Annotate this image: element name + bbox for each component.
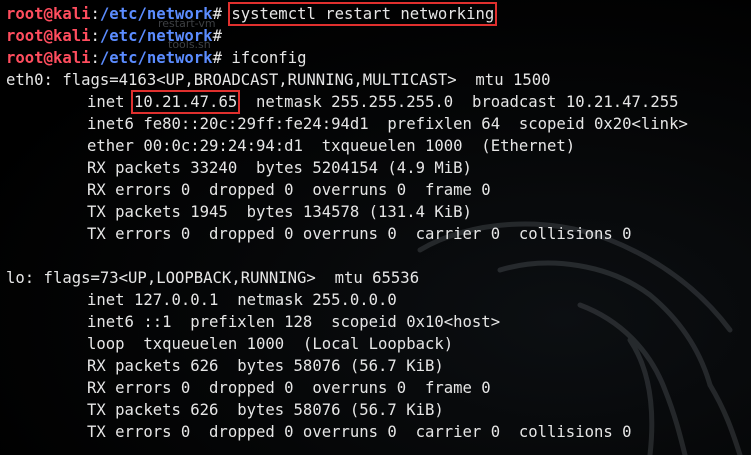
command-restart-networking: systemctl restart networking [228,2,498,26]
prompt-at: @ [43,5,53,23]
prompt-user: root [6,5,44,23]
prompt-path: /etc/network [99,27,213,45]
lo-loop-line: loop txqueuelen 1000 (Local Loopback) [6,333,751,355]
lo-rx-packets-line: RX packets 626 bytes 58076 (56.7 KiB) [6,355,751,377]
prompt-line: root@kali:/etc/network# [6,25,751,47]
eth0-ether: ether 00:0c:29:24:94:d1 txqueuelen 1000 … [87,137,576,155]
lo-rx-packets: RX packets 626 bytes 58076 (56.7 KiB) [87,357,444,375]
prompt-colon: : [90,27,100,45]
eth0-inet6: inet6 fe80::20c:29ff:fe24:94d1 prefixlen… [87,115,688,133]
lo-inet-line: inet 127.0.0.1 netmask 255.0.0.0 [6,289,751,311]
prompt-at: @ [43,49,53,67]
eth0-tx-errors: TX errors 0 dropped 0 overruns 0 carrier… [87,225,632,243]
prompt-host: kali [52,5,91,23]
terminal-window[interactable]: restart-vm tools.sh root@kali:/etc/netwo… [0,0,751,455]
eth0-tx-packets: TX packets 1945 bytes 134578 (131.4 KiB) [87,203,472,221]
lo-header: lo: flags=73<UP,LOOPBACK,RUNNING> mtu 65… [6,269,420,287]
eth0-header: eth0: flags=4163<UP,BROADCAST,RUNNING,MU… [6,71,551,89]
eth0-ether-line: ether 00:0c:29:24:94:d1 txqueuelen 1000 … [6,135,751,157]
lo-tx-errors-line: TX errors 0 dropped 0 overruns 0 carrier… [6,421,751,443]
lo-tx-packets-line: TX packets 626 bytes 58076 (56.7 KiB) [6,399,751,421]
prompt-user: root [6,27,44,45]
lo-tx-errors: TX errors 0 dropped 0 overruns 0 carrier… [87,423,632,441]
prompt-hash: # [212,27,232,45]
terminal-output: root@kali:/etc/network# systemctl restar… [6,2,751,443]
prompt-hash: # [212,49,232,67]
eth0-rx-packets: RX packets 33240 bytes 5204154 (4.9 MiB) [87,159,472,177]
eth0-inet-line: inet 10.21.47.65 netmask 255.255.255.0 b… [6,90,751,114]
command-ifconfig: ifconfig [231,49,307,67]
prompt-path: /etc/network [99,5,213,23]
lo-rx-errors-line: RX errors 0 dropped 0 overruns 0 frame 0 [6,377,751,399]
prompt-hash: # [212,5,232,23]
eth0-inet6-line: inet6 fe80::20c:29ff:fe24:94d1 prefixlen… [6,113,751,135]
prompt-host: kali [52,27,91,45]
eth0-rx-packets-line: RX packets 33240 bytes 5204154 (4.9 MiB) [6,157,751,179]
lo-inet6: inet6 ::1 prefixlen 128 scopeid 0x10<hos… [87,313,501,331]
lo-inet6-line: inet6 ::1 prefixlen 128 scopeid 0x10<hos… [6,311,751,333]
eth0-inet-label: inet [87,93,134,111]
prompt-line: root@kali:/etc/network# ifconfig [6,47,751,69]
prompt-line: root@kali:/etc/network# systemctl restar… [6,2,751,26]
eth0-tx-errors-line: TX errors 0 dropped 0 overruns 0 carrier… [6,223,751,245]
prompt-host: kali [52,49,91,67]
lo-rx-errors: RX errors 0 dropped 0 overruns 0 frame 0 [87,379,491,397]
lo-loop: loop txqueuelen 1000 (Local Loopback) [87,335,454,353]
prompt-path: /etc/network [99,49,213,67]
prompt-colon: : [90,49,100,67]
eth0-ip-address: 10.21.47.65 [130,90,241,114]
lo-tx-packets: TX packets 626 bytes 58076 (56.7 KiB) [87,401,444,419]
eth0-rx-errors: RX errors 0 dropped 0 overruns 0 frame 0 [87,181,491,199]
prompt-colon: : [90,5,100,23]
eth0-rx-errors-line: RX errors 0 dropped 0 overruns 0 frame 0 [6,179,751,201]
prompt-user: root [6,49,44,67]
prompt-at: @ [43,27,53,45]
eth0-netmask-broadcast: netmask 255.255.255.0 broadcast 10.21.47… [237,93,679,111]
eth0-tx-packets-line: TX packets 1945 bytes 134578 (131.4 KiB) [6,201,751,223]
lo-inet: inet 127.0.0.1 netmask 255.0.0.0 [87,291,397,309]
